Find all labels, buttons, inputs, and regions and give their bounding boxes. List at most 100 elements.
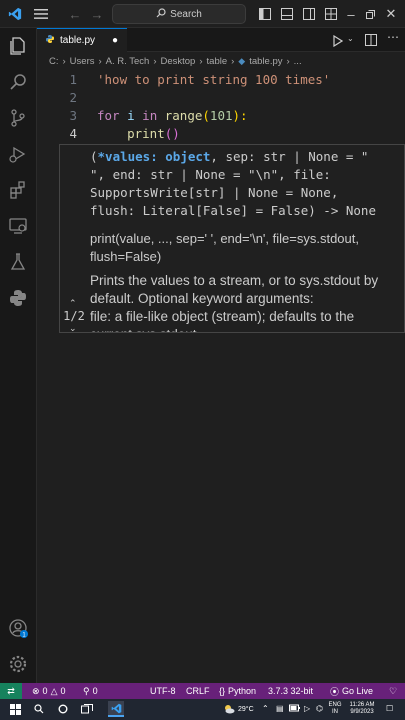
eol-indicator[interactable]: CRLF [186, 683, 210, 699]
status-bar: ⇄ ⊗ 0 △ 0 ⚲ 0 UTF-8 CRLF {} Python 3.7.3… [0, 683, 405, 699]
python-file-icon [45, 34, 55, 47]
breadcrumb-desktop[interactable]: Desktop [160, 56, 195, 67]
code-line[interactable]: for i in range(101): [97, 108, 248, 123]
back-arrow-icon[interactable]: ← [64, 3, 86, 25]
weather-icon[interactable] [222, 702, 236, 716]
taskbar-search-icon[interactable] [32, 702, 46, 716]
clock-date: 9/9/2023 [350, 709, 374, 715]
problems-indicator[interactable]: ⊗ 0 △ 0 [32, 683, 66, 699]
manage-gear-icon[interactable] [6, 652, 30, 676]
clock-time: 11:26 AM [349, 702, 375, 708]
code-token: range [164, 108, 203, 123]
ports-indicator[interactable]: ⚲ 0 [83, 683, 98, 699]
menu-icon[interactable] [30, 3, 52, 25]
task-view-icon[interactable] [80, 702, 94, 716]
doc-description: Prints the values to a stream, or to sys… [90, 273, 379, 306]
code-token: ( [202, 108, 210, 123]
lang-code: ENG [328, 702, 342, 708]
overload-up-icon[interactable]: ⌃ [69, 298, 77, 309]
clock[interactable]: 11:26 AM 9/9/2023 [345, 702, 379, 716]
search-view-icon[interactable] [6, 70, 30, 94]
source-control-icon[interactable] [6, 106, 30, 130]
ime-mode-icon[interactable]: ⌬ [316, 704, 323, 713]
doc-signature: print(value, ..., sep=' ', end='\n', fil… [90, 231, 359, 264]
tray-chevron-icon[interactable]: ⌃ [262, 704, 269, 713]
breadcrumb-users[interactable]: Users [70, 56, 95, 67]
remote-explorer-icon[interactable] [6, 214, 30, 238]
accounts-icon[interactable]: 1 [6, 616, 30, 640]
run-dropdown-icon[interactable]: ⌄ [347, 34, 354, 43]
search-icon [156, 7, 166, 21]
cortana-icon[interactable] [56, 702, 70, 716]
testing-icon[interactable] [6, 250, 30, 274]
error-count: 0 [42, 686, 48, 696]
extensions-icon[interactable] [6, 178, 30, 202]
code-line[interactable]: 'how to print string 100 times' [97, 72, 330, 87]
chevron-right-icon: › [153, 55, 157, 67]
line-number: 4 [69, 126, 77, 141]
split-editor-icon[interactable] [365, 33, 377, 51]
customize-layout-icon[interactable] [320, 3, 342, 25]
breadcrumb-more[interactable]: ... [294, 56, 302, 67]
search-label: Search [170, 8, 202, 20]
tab-table-py[interactable]: table.py ● [37, 28, 127, 52]
python-file-icon: ◆ [238, 55, 246, 66]
notifications-bell-icon[interactable]: ♡ [389, 683, 397, 699]
code-token: for [97, 108, 128, 123]
language-mode[interactable]: {} Python [219, 683, 256, 699]
line-number: 1 [69, 72, 77, 87]
forward-arrow-icon[interactable]: → [86, 3, 108, 25]
breadcrumb-user[interactable]: A. R. Tech [106, 56, 150, 67]
code-line[interactable]: print() [97, 126, 180, 141]
tab-filename: table.py [60, 35, 96, 46]
overload-down-icon[interactable]: ⌄ [69, 323, 77, 332]
vscode-logo-icon [4, 3, 26, 25]
signature-text: (*values: object, sep: str | None = " ",… [90, 148, 390, 220]
breadcrumb-drive[interactable]: C: [49, 56, 59, 67]
chevron-right-icon: › [199, 55, 203, 67]
network-icon[interactable]: ▤ [276, 704, 284, 713]
weather-temp: 29°C [238, 706, 254, 713]
ports-icon: ⚲ [83, 685, 90, 696]
signature-help-popup: (*values: object, sep: str | None = " ",… [59, 144, 405, 333]
battery-icon[interactable] [289, 704, 300, 714]
python-icon[interactable] [6, 286, 30, 310]
code-token: 'how to print string 100 times' [97, 72, 331, 87]
windows-start-icon[interactable] [8, 702, 22, 716]
activity-bar: 1 [0, 28, 37, 683]
breadcrumb-folder[interactable]: table [207, 56, 228, 67]
toggle-secondary-sidebar-icon[interactable] [298, 3, 320, 25]
volume-icon[interactable]: ▷ [304, 704, 310, 713]
breadcrumb: C: › Users › A. R. Tech › Desktop › tabl… [37, 52, 405, 70]
language-indicator[interactable]: ENG IN [328, 702, 342, 716]
code-token: print [97, 126, 165, 141]
toggle-panel-icon[interactable] [276, 3, 298, 25]
doc-file-arg: file: a file-like object (stream); defau… [90, 309, 355, 332]
taskbar-vscode-icon[interactable] [108, 701, 124, 717]
breadcrumb-file[interactable]: table.py [249, 56, 282, 67]
code-token: i [127, 108, 143, 123]
remote-indicator[interactable]: ⇄ [0, 683, 22, 699]
interpreter-selector[interactable]: 3.7.3 32-bit [268, 683, 313, 699]
chevron-right-icon: › [62, 55, 66, 67]
windows-taskbar: 29°C ⌃ ▤ ▷ ⌬ ENG IN 11:26 AM 9/9/2023 ☐ [0, 699, 405, 720]
chevron-right-icon: › [231, 55, 235, 67]
editor-tabs: table.py ● ⌄ ⋯ [37, 28, 405, 52]
remote-icon: ⇄ [7, 685, 15, 696]
toggle-sidebar-icon[interactable] [254, 3, 276, 25]
restore-icon[interactable] [359, 3, 381, 25]
go-live-button[interactable]: ⦿ Go Live [330, 683, 373, 699]
close-icon[interactable]: ✕ [380, 3, 402, 25]
unsaved-dot-icon[interactable]: ● [112, 35, 118, 46]
error-icon: ⊗ [32, 685, 40, 696]
code-token: () [164, 126, 180, 141]
more-actions-icon[interactable]: ⋯ [387, 30, 399, 44]
notification-center-icon[interactable]: ☐ [386, 704, 393, 713]
run-debug-icon[interactable] [6, 142, 30, 166]
ports-count: 0 [92, 686, 98, 696]
run-python-file-icon[interactable] [333, 34, 344, 52]
explorer-icon[interactable] [6, 34, 30, 58]
broadcast-icon: ⦿ [330, 686, 340, 697]
encoding-indicator[interactable]: UTF-8 [150, 683, 176, 699]
command-center-search[interactable]: Search [112, 4, 246, 24]
